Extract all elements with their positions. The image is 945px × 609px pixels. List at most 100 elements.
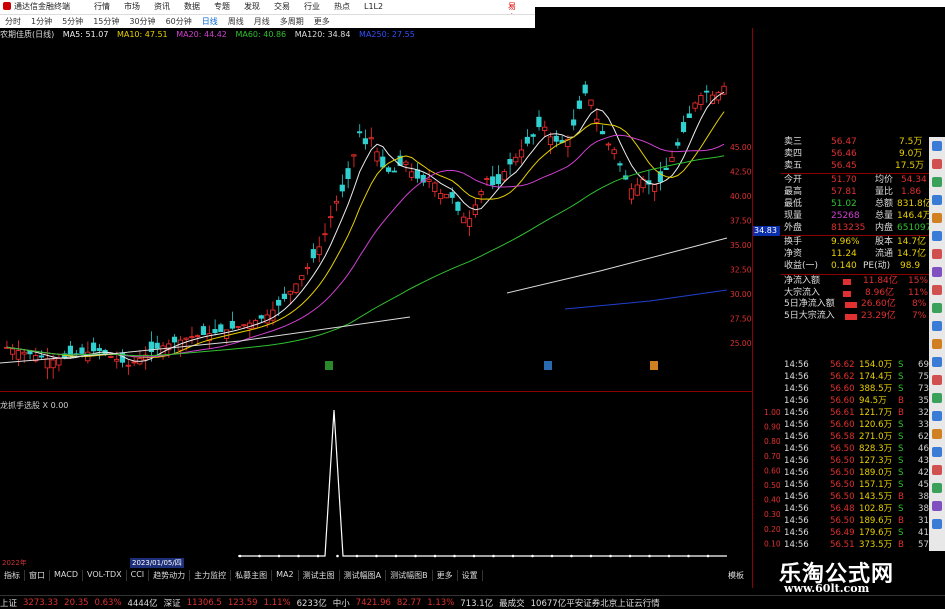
tool-icon[interactable]: [932, 483, 942, 493]
menu-item[interactable]: 市场: [124, 1, 140, 12]
period-tab-active[interactable]: 日线: [197, 16, 223, 27]
trade-count: 43: [918, 456, 929, 466]
tool-icon[interactable]: [932, 429, 942, 439]
tool-icon[interactable]: [932, 357, 942, 367]
candle-body: [484, 178, 490, 180]
menu-item[interactable]: 数据: [184, 1, 200, 12]
indicator-tab[interactable]: CCI: [127, 570, 150, 581]
tool-icon[interactable]: [932, 321, 942, 331]
menu-item[interactable]: 专题: [214, 1, 230, 12]
index-label[interactable]: 上证: [0, 597, 17, 609]
tool-icon[interactable]: [932, 195, 942, 205]
tool-icon[interactable]: [932, 303, 942, 313]
quote-value: 56.46: [831, 148, 857, 159]
trade-count: 46: [918, 444, 929, 454]
period-tab[interactable]: 30分钟: [124, 16, 160, 27]
indicator-tab[interactable]: 测试幅图B: [386, 570, 433, 581]
tool-icon[interactable]: [932, 267, 942, 277]
quote-label: 内盘: [875, 222, 894, 233]
trade-time: 14:56: [784, 408, 809, 418]
indicator-tab[interactable]: 指标: [0, 570, 25, 581]
menu-item[interactable]: 资讯: [154, 1, 170, 12]
candle-body: [490, 176, 496, 186]
tool-icon[interactable]: [932, 285, 942, 295]
quote-value: 9.96%: [831, 237, 860, 248]
flow-bar: [843, 290, 851, 297]
flow-value: 11.84亿: [863, 275, 898, 286]
tool-icon[interactable]: [932, 159, 942, 169]
trade-volume: 189.0万: [859, 468, 893, 478]
tool-icon[interactable]: [932, 501, 942, 511]
candle-body: [96, 348, 102, 351]
indicator-tab[interactable]: 测试主图: [299, 570, 340, 581]
trade-row: 14:56 56.62 174.4万 S 75: [781, 371, 929, 383]
period-tab[interactable]: 15分钟: [88, 16, 124, 27]
candle-body: [542, 126, 548, 131]
quote-label: 量比: [875, 187, 894, 198]
menu-item[interactable]: 发现: [244, 1, 260, 12]
period-tab[interactable]: 60分钟: [161, 16, 197, 27]
tool-icon[interactable]: [932, 393, 942, 403]
tool-icon[interactable]: [932, 375, 942, 385]
news-ticker[interactable]: 平安证券北京上证云行情: [566, 597, 660, 609]
tool-icon[interactable]: [932, 339, 942, 349]
index-label[interactable]: 深证: [164, 597, 181, 609]
candle-body: [553, 135, 559, 142]
trade-volume: 94.5万: [859, 396, 887, 406]
tool-icon[interactable]: [932, 465, 942, 475]
period-tab[interactable]: 5分钟: [57, 16, 88, 27]
ma120-label: MA120: 34.84: [294, 30, 351, 39]
tool-icon[interactable]: [932, 231, 942, 241]
indicator-tab[interactable]: MA2: [272, 570, 299, 581]
trade-price: 56.61: [830, 408, 855, 418]
trade-count: 41: [918, 528, 929, 538]
tool-icon[interactable]: [932, 249, 942, 259]
indicator-tab[interactable]: 更多: [433, 570, 458, 581]
menu-item[interactable]: 交易: [274, 1, 290, 12]
indicator-tab[interactable]: 窗口: [25, 570, 50, 581]
kline-chart[interactable]: 45.00 42.50 40.00 37.50 35.00 32.50 30.00 27.50…: [0, 41, 752, 391]
trade-count: 32: [918, 408, 929, 418]
menu-item[interactable]: L1L2: [364, 2, 383, 11]
indicator-tab[interactable]: 主力监控: [190, 570, 232, 581]
indicator-tab[interactable]: 私募主图: [231, 570, 273, 581]
indicator-tab[interactable]: MACD: [50, 570, 83, 581]
index-change: 123.59: [227, 597, 258, 608]
tool-icon[interactable]: [932, 519, 942, 529]
template-label: 模板: [728, 571, 744, 580]
trade-price: 56.50: [830, 468, 855, 478]
indicator-point: [687, 554, 690, 558]
indicator-tab[interactable]: VOL-TDX: [83, 570, 127, 581]
tool-icon[interactable]: [932, 411, 942, 421]
period-tab[interactable]: 月线: [249, 16, 275, 27]
tool-icon[interactable]: [932, 141, 942, 151]
indicator-point: [297, 554, 300, 558]
indicator-tab[interactable]: 测试幅图A: [340, 570, 387, 581]
trade-row: 14:56 56.51 373.5万 B 57: [781, 539, 929, 551]
indicator-point: [706, 554, 710, 558]
period-tab[interactable]: 更多: [309, 16, 335, 27]
menu-item[interactable]: 行情: [94, 1, 110, 12]
index-label[interactable]: 中小: [333, 597, 350, 609]
candle-body: [241, 324, 247, 327]
event-mark: [325, 361, 333, 370]
trade-time: 14:56: [784, 384, 809, 394]
period-tab[interactable]: 1分钟: [26, 16, 57, 27]
indicator-tab[interactable]: 设置: [458, 570, 483, 581]
tool-icon[interactable]: [932, 177, 942, 187]
quote-row: 卖三 56.47 7.5万: [781, 137, 929, 149]
period-tab[interactable]: 周线: [223, 16, 249, 27]
period-tab[interactable]: 多周期: [275, 16, 309, 27]
menu-item[interactable]: 行业: [304, 1, 320, 12]
trade-price: 56.51: [830, 540, 855, 550]
trade-row: 14:56 56.50 828.3万 S 46: [781, 443, 929, 455]
quote-value: 51.02: [831, 198, 857, 209]
period-tab[interactable]: 分时: [0, 16, 26, 27]
menu-item[interactable]: 热点: [334, 1, 350, 12]
candle-body: [293, 283, 299, 293]
indicator-chart[interactable]: 1.00 0.90 0.80 0.70 0.60 0.50 0.40 0.30 0.20 0.10…: [0, 393, 780, 558]
template-button[interactable]: 模板: [700, 570, 752, 581]
tool-icon[interactable]: [932, 213, 942, 223]
indicator-tab[interactable]: 趋势动力: [149, 570, 191, 581]
tool-icon[interactable]: [932, 447, 942, 457]
